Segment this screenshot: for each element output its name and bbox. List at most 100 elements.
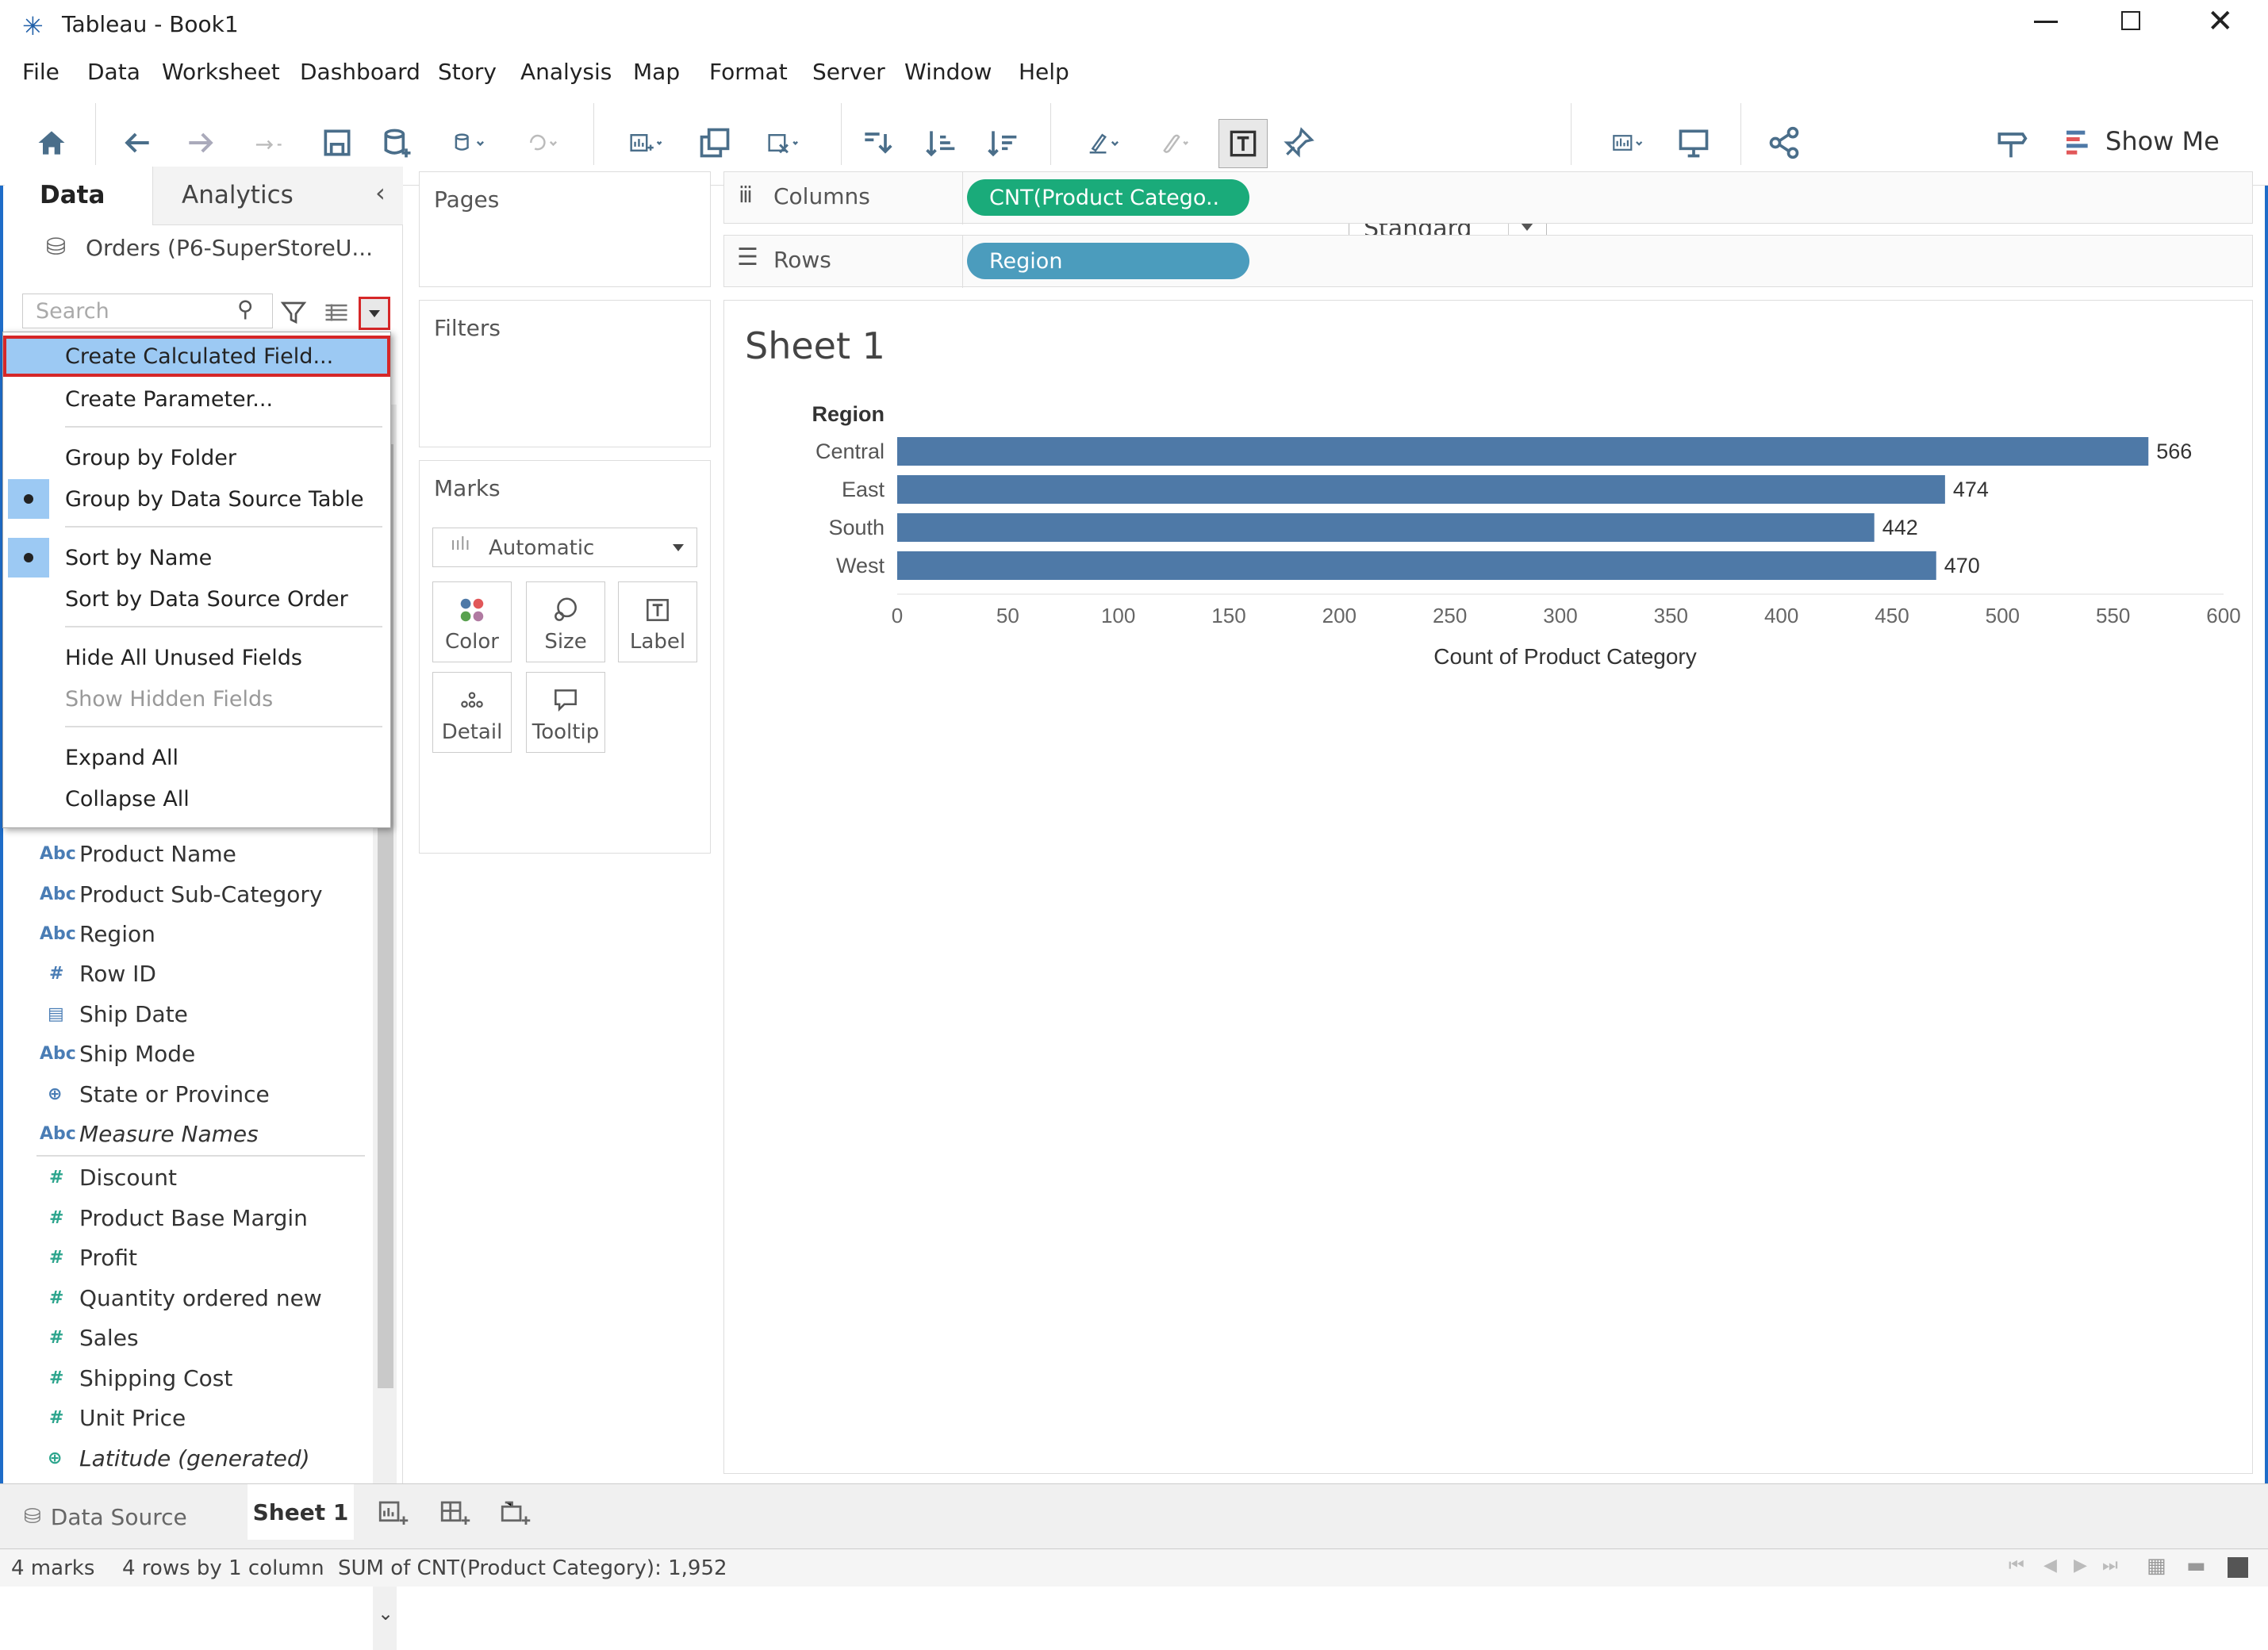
menu-help[interactable]: Help [1019, 59, 1069, 85]
minimize-icon[interactable] [2034, 21, 2058, 23]
marks-color-button[interactable]: Color [432, 581, 512, 662]
bar-west[interactable] [897, 551, 1936, 580]
field-discount[interactable]: # Discount [40, 1159, 177, 1195]
menu-story[interactable]: Story [438, 59, 497, 85]
collapse-pane-icon[interactable]: ‹ [375, 178, 386, 208]
marks-label-button[interactable]: Label [618, 581, 697, 662]
menu-server[interactable]: Server [812, 59, 885, 85]
marks-tooltip-button[interactable]: Tooltip [526, 672, 605, 753]
field-product-sub-category[interactable]: Abc Product Sub-Category [40, 876, 323, 912]
field-latitude-generated[interactable]: ⊕ Latitude (generated) [40, 1440, 310, 1476]
menu-create-calculated-field[interactable]: Create Calculated Field... [3, 336, 390, 377]
rows-shelf[interactable]: ☰ Rows Region [723, 235, 2253, 288]
new-dashboard-tab-icon[interactable] [438, 1497, 471, 1530]
maximize-icon[interactable] [2121, 11, 2140, 30]
menu-sort-by-name[interactable]: Sort by Name [3, 537, 390, 578]
bar-south[interactable] [897, 513, 1875, 542]
columns-shelf[interactable]: ⅲ Columns CNT(Product Catego.. [723, 171, 2253, 224]
share-icon[interactable] [1764, 124, 1804, 162]
menu-create-parameter[interactable]: Create Parameter... [3, 378, 390, 420]
tab-data-source[interactable]: ⛁ Data Source [13, 1492, 243, 1541]
bar-east[interactable] [897, 475, 1945, 504]
field-quantity-ordered-new[interactable]: # Quantity ordered new [40, 1280, 322, 1316]
field-measure-names[interactable]: Abc Measure Names [40, 1115, 259, 1152]
close-icon[interactable]: ✕ [2207, 3, 2234, 40]
field-ship-date[interactable]: ▤ Ship Date [40, 996, 188, 1032]
sort-ascending-icon[interactable] [920, 124, 960, 162]
tab-analytics[interactable]: Analytics ‹ [152, 167, 403, 225]
next-sheet-icon[interactable]: ▶ [2074, 1556, 2087, 1575]
prev-sheet-icon[interactable]: ◀ [2044, 1556, 2057, 1575]
forward-icon[interactable] [181, 124, 221, 162]
save-icon[interactable] [317, 124, 357, 162]
show-tabs-icon[interactable] [2228, 1557, 2248, 1578]
filters-card[interactable]: Filters [419, 300, 711, 447]
duplicate-sheet-icon[interactable] [695, 124, 735, 162]
menu-group-by-folder[interactable]: Group by Folder [3, 437, 390, 478]
datasource-name[interactable]: Orders (P6-SuperStoreU... [86, 235, 373, 261]
bar-central[interactable] [897, 437, 2149, 466]
highlight-icon[interactable] [1073, 124, 1136, 162]
show-mark-labels-icon[interactable] [1218, 119, 1268, 168]
view-options-icon[interactable] [322, 298, 351, 327]
menu-sort-by-data-source-order[interactable]: Sort by Data Source Order [3, 578, 390, 620]
field-menu-dropdown-button[interactable] [359, 297, 390, 330]
menu-collapse-all[interactable]: Collapse All [3, 778, 390, 819]
field-region[interactable]: Abc Region [40, 915, 155, 952]
mark-type-select[interactable]: ıılı Automatic [432, 528, 697, 567]
field-row-id[interactable]: # Row ID [40, 955, 156, 992]
pages-card[interactable]: Pages [419, 171, 711, 287]
menu-hide-all-unused-fields[interactable]: Hide All Unused Fields [3, 637, 390, 678]
menu-map[interactable]: Map [633, 59, 680, 85]
clear-sheet-icon[interactable] [752, 124, 815, 162]
show-sheet-sorter-icon[interactable]: ▦ [2147, 1554, 2166, 1578]
field-ship-mode[interactable]: Abc Ship Mode [40, 1035, 195, 1072]
menu-file[interactable]: File [22, 59, 59, 85]
refresh-icon[interactable] [511, 124, 574, 162]
home-icon[interactable] [32, 124, 71, 162]
presentation-mode-icon[interactable] [1593, 124, 1664, 162]
new-worksheet-icon[interactable] [614, 124, 677, 162]
back-icon[interactable] [117, 124, 157, 162]
menu-analysis[interactable]: Analysis [520, 59, 612, 85]
field-shipping-cost[interactable]: # Shipping Cost [40, 1360, 232, 1396]
group-members-icon[interactable] [1142, 124, 1206, 162]
show-filmstrip-icon[interactable]: ▬ [2186, 1554, 2206, 1578]
new-datasource-icon[interactable] [378, 124, 417, 162]
menu-data[interactable]: Data [87, 59, 140, 85]
menu-dashboard[interactable]: Dashboard [300, 59, 420, 85]
scroll-down-icon[interactable]: ⌄ [378, 1602, 393, 1625]
field-product-name[interactable]: Abc Product Name [40, 835, 236, 872]
marks-size-button[interactable]: Size [526, 581, 605, 662]
field-unit-price[interactable]: # Unit Price [40, 1399, 186, 1436]
marks-detail-button[interactable]: Detail [432, 672, 512, 753]
menu-expand-all[interactable]: Expand All [3, 737, 390, 778]
field-product-base-margin[interactable]: # Product Base Margin [40, 1199, 308, 1236]
field-profit[interactable]: # Profit [40, 1239, 137, 1276]
filter-icon[interactable] [279, 298, 308, 327]
fix-axes-icon[interactable] [1279, 124, 1318, 162]
device-preview-icon[interactable] [1674, 124, 1713, 162]
field-label: Row ID [79, 960, 156, 987]
field-state-or-province[interactable]: ⊕ State or Province [40, 1076, 270, 1112]
signpost-icon[interactable] [1991, 124, 2031, 162]
sort-descending-icon[interactable] [982, 124, 1022, 162]
columns-pill-cnt-product-category[interactable]: CNT(Product Catego.. [967, 179, 1249, 216]
rows-pill-region[interactable]: Region [967, 243, 1249, 279]
show-me-button[interactable]: Show Me [2063, 116, 2221, 167]
menu-format[interactable]: Format [709, 59, 788, 85]
redo-layout-icon[interactable] [238, 124, 301, 162]
field-sales[interactable]: # Sales [40, 1319, 139, 1356]
pause-autoupdate-icon[interactable] [438, 124, 501, 162]
last-sheet-icon[interactable]: ⏭ [2102, 1556, 2118, 1575]
menu-group-by-data-source-table[interactable]: Group by Data Source Table [3, 478, 390, 520]
first-sheet-icon[interactable]: ⏮ [2009, 1556, 2024, 1575]
swap-rows-columns-icon[interactable] [857, 124, 896, 162]
search-input[interactable]: Search ⚲ [22, 294, 273, 328]
tab-sheet-1[interactable]: Sheet 1 [248, 1484, 354, 1540]
new-worksheet-tab-icon[interactable] [376, 1497, 409, 1530]
new-story-tab-icon[interactable] [498, 1497, 532, 1530]
tab-data[interactable]: Data [5, 167, 152, 225]
menu-worksheet[interactable]: Worksheet [162, 59, 280, 85]
menu-window[interactable]: Window [904, 59, 992, 85]
